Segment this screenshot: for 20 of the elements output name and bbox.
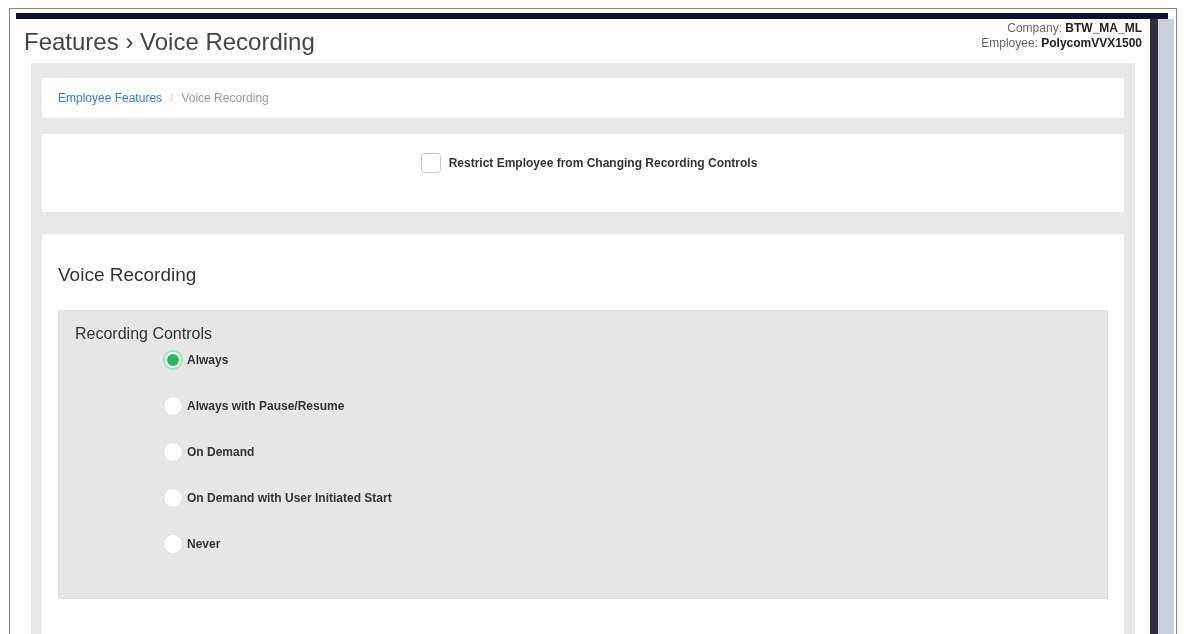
radio-label[interactable]: On Demand <box>187 445 255 459</box>
checkbox[interactable] <box>420 153 441 173</box>
radio-button[interactable] <box>163 350 183 370</box>
breadcrumb-separator: / <box>170 91 174 105</box>
radio-label[interactable]: Always <box>187 353 229 367</box>
company-text: Company: BTW_MA_ML <box>1006 21 1142 36</box>
radio-label[interactable]: Never <box>187 537 221 551</box>
radio-button[interactable] <box>163 442 183 462</box>
page-title: Features › Voice Recording <box>24 28 315 56</box>
radio-button[interactable] <box>163 488 183 508</box>
employee-text: Employee: PolycomVVX1500 <box>981 36 1142 51</box>
breadcrumb-link[interactable]: Employee Features <box>58 91 163 105</box>
radio-button[interactable] <box>163 534 183 554</box>
breadcrumb-current: Voice Recording <box>181 91 269 105</box>
section-title: Voice Recording <box>58 264 198 287</box>
group-title: Recording Controls <box>75 325 213 344</box>
checkbox-label[interactable]: Restrict Employee from Changing Recording Controls <box>448 156 758 170</box>
radio-label[interactable]: Always with Pause/Resume <box>187 399 345 413</box>
radio-label[interactable]: On Demand with User Initiated Start <box>187 491 392 505</box>
radio-button[interactable] <box>163 396 183 416</box>
